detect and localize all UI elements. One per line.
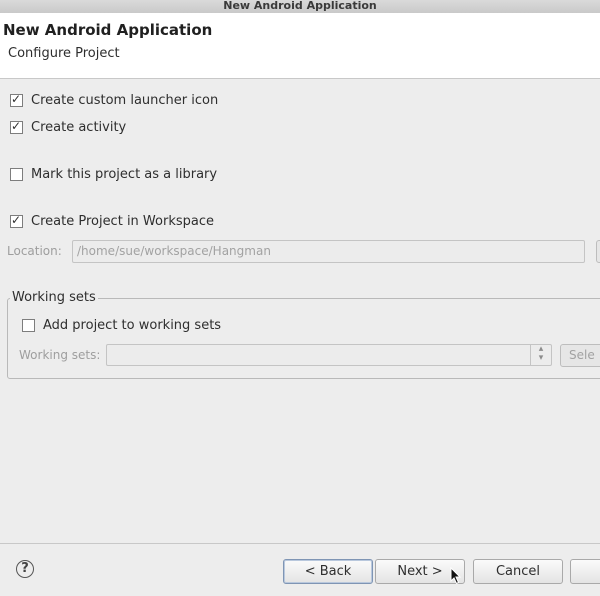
updown-arrows-icon: ▴ ▾ <box>530 345 551 365</box>
checkbox-label: Add project to working sets <box>43 317 222 333</box>
checkbox-mark-as-library[interactable]: Mark this project as a library <box>10 166 217 182</box>
working-sets-combo[interactable]: ▴ ▾ <box>106 344 552 366</box>
checkbox-box[interactable]: ✓ <box>10 118 23 134</box>
checkbox-box[interactable] <box>22 318 35 332</box>
checkbox-box[interactable] <box>10 167 23 181</box>
banner-subtitle: Configure Project <box>8 46 120 61</box>
check-mark-icon: ✓ <box>11 118 22 133</box>
checkbox-label: Create custom launcher icon <box>31 92 219 108</box>
browse-button[interactable] <box>596 240 600 263</box>
working-sets-group-label: Working sets <box>10 290 98 305</box>
back-button[interactable]: < Back <box>283 559 373 584</box>
checkbox-create-in-workspace[interactable]: ✓ Create Project in Workspace <box>10 213 214 229</box>
select-working-sets-button[interactable]: Sele <box>560 344 600 367</box>
working-sets-group <box>7 298 600 379</box>
checkbox-box[interactable]: ✓ <box>10 91 23 107</box>
window-title-bar: New Android Application <box>0 0 600 13</box>
check-mark-icon: ✓ <box>11 212 22 227</box>
mouse-pointer-icon <box>450 567 462 585</box>
checkbox-box[interactable]: ✓ <box>10 212 23 228</box>
banner-title: New Android Application <box>3 21 213 39</box>
location-field[interactable]: /home/sue/workspace/Hangman <box>72 240 585 263</box>
help-icon[interactable]: ? <box>16 560 34 578</box>
wizard-banner: New Android Application Configure Projec… <box>0 13 600 79</box>
checkbox-label: Mark this project as a library <box>31 166 218 182</box>
checkbox-create-activity[interactable]: ✓ Create activity <box>10 119 126 135</box>
checkbox-label: Create Project in Workspace <box>31 213 214 229</box>
finish-button[interactable] <box>570 559 600 584</box>
checkbox-label: Create activity <box>31 119 127 135</box>
checkbox-create-launcher-icon[interactable]: ✓ Create custom launcher icon <box>10 92 218 108</box>
check-mark-icon: ✓ <box>11 91 22 106</box>
cancel-button[interactable]: Cancel <box>473 559 563 584</box>
working-sets-label: Working sets: <box>19 348 101 362</box>
checkbox-add-to-working-sets[interactable]: Add project to working sets <box>22 317 221 333</box>
window-title: New Android Application <box>223 0 377 12</box>
footer-separator <box>0 543 600 544</box>
location-label: Location: <box>7 244 62 258</box>
